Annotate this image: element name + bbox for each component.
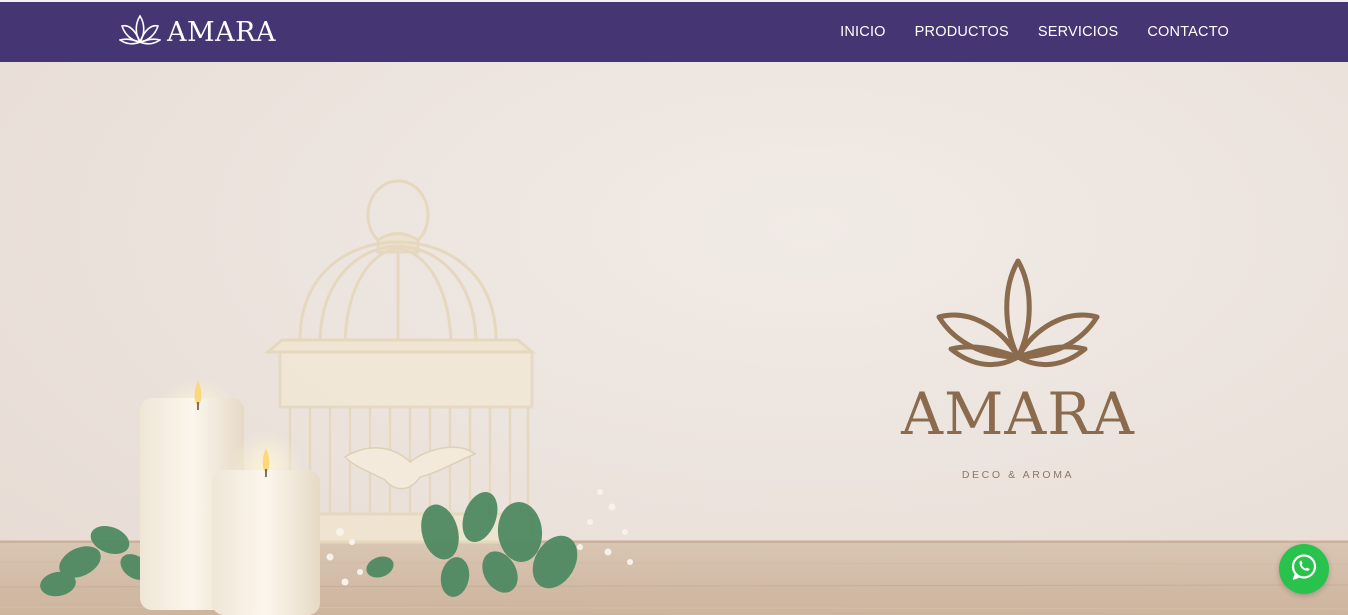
- hero-brand: AMARA DECO & AROMA: [880, 257, 1156, 481]
- nav-contacto[interactable]: CONTACTO: [1147, 24, 1229, 40]
- hero-brand-name: AMARA: [901, 380, 1135, 448]
- nav-inicio[interactable]: INICIO: [840, 24, 886, 40]
- hero-brand-tagline: DECO & AROMA: [961, 469, 1075, 481]
- navbar: AMARA INICIO PRODUCTOS SERVICIOS CONTACT…: [0, 2, 1348, 62]
- main-nav: INICIO PRODUCTOS SERVICIOS CONTACTO: [840, 2, 1229, 62]
- header-logo[interactable]: AMARA: [118, 14, 276, 50]
- lotus-icon: [118, 14, 162, 50]
- nav-productos[interactable]: PRODUCTOS: [915, 24, 1009, 40]
- whatsapp-icon: [1289, 552, 1319, 586]
- whatsapp-button[interactable]: [1279, 544, 1329, 594]
- nav-servicios[interactable]: SERVICIOS: [1038, 24, 1119, 40]
- hero-banner: AMARA DECO & AROMA: [0, 62, 1348, 615]
- logo-text: AMARA: [167, 16, 276, 48]
